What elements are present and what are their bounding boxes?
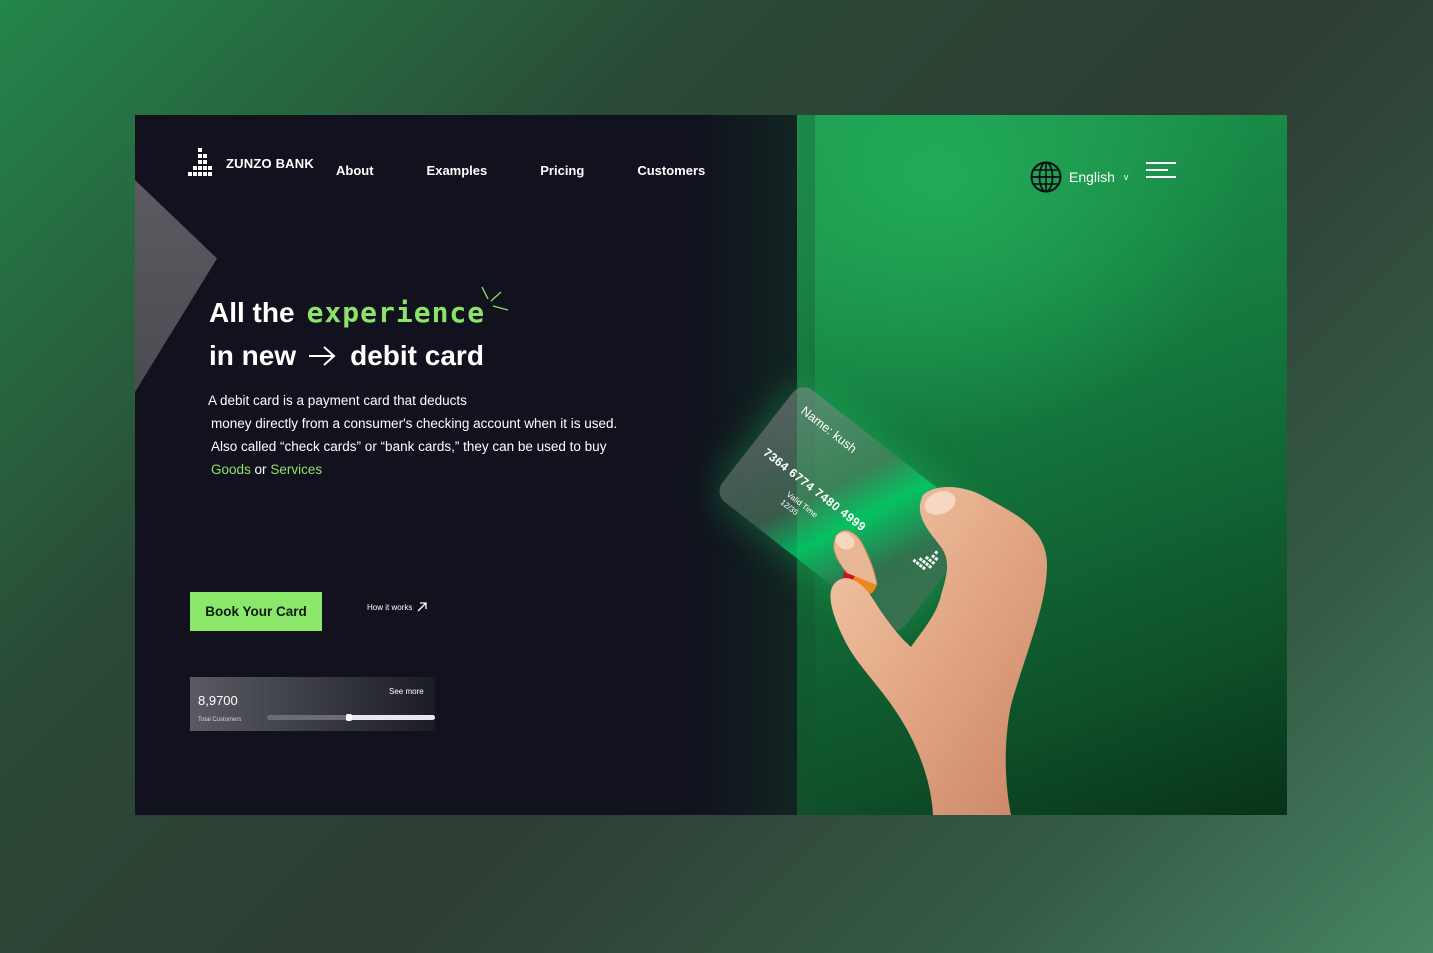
brand-name: ZUNZO BANK bbox=[226, 155, 314, 171]
menu-icon[interactable] bbox=[1146, 162, 1176, 180]
desc-or: or bbox=[254, 462, 267, 477]
headline-part: All the bbox=[209, 297, 295, 328]
desc-line: money directly from a consumer's checkin… bbox=[211, 416, 618, 431]
headline-part: in new bbox=[209, 340, 297, 371]
book-card-button[interactable]: Book Your Card bbox=[190, 592, 322, 631]
see-more-link[interactable]: See more bbox=[389, 687, 424, 696]
hero-headline: All the experience in new debit card bbox=[209, 291, 485, 377]
customers-count: 8,9700 bbox=[198, 693, 238, 708]
language-label: English bbox=[1069, 169, 1115, 185]
hero-frame: ZUNZO BANK About Examples Pricing Custom… bbox=[135, 115, 1287, 815]
customers-progress bbox=[267, 714, 435, 721]
nav-pricing[interactable]: Pricing bbox=[540, 163, 584, 178]
headline-part: debit card bbox=[350, 340, 484, 371]
language-selector[interactable]: English v bbox=[1030, 161, 1128, 193]
nav-about[interactable]: About bbox=[336, 163, 374, 178]
how-it-works-label: How it works bbox=[367, 602, 413, 612]
main-nav: About Examples Pricing Customers bbox=[336, 163, 758, 178]
customers-label: Total Customers bbox=[198, 717, 242, 723]
desc-line: A debit card is a payment card that dedu… bbox=[208, 393, 467, 408]
hand-image bbox=[830, 486, 1047, 815]
desc-line: Also called “check cards” or “bank cards… bbox=[211, 439, 607, 454]
nav-examples[interactable]: Examples bbox=[427, 163, 488, 178]
headline-accent: experience bbox=[306, 296, 486, 329]
services-link[interactable]: Services bbox=[270, 462, 322, 477]
globe-icon bbox=[1030, 161, 1062, 193]
brand-logo[interactable]: ZUNZO BANK bbox=[188, 148, 314, 178]
sparkle-icon bbox=[481, 286, 509, 311]
progress-knob[interactable] bbox=[346, 714, 352, 721]
arrow-right-icon bbox=[308, 345, 336, 367]
arrow-up-right-icon bbox=[417, 602, 427, 612]
customers-stats: 8,9700 Total Customers See more bbox=[190, 677, 435, 731]
how-it-works-link[interactable]: How it works bbox=[367, 601, 428, 613]
hero-description: A debit card is a payment card that dedu… bbox=[208, 389, 617, 481]
logo-icon bbox=[188, 148, 216, 178]
nav-customers[interactable]: Customers bbox=[637, 163, 705, 178]
chevron-down-icon: v bbox=[1123, 172, 1129, 182]
progress-fill bbox=[348, 715, 435, 720]
goods-link[interactable]: Goods bbox=[211, 462, 251, 477]
